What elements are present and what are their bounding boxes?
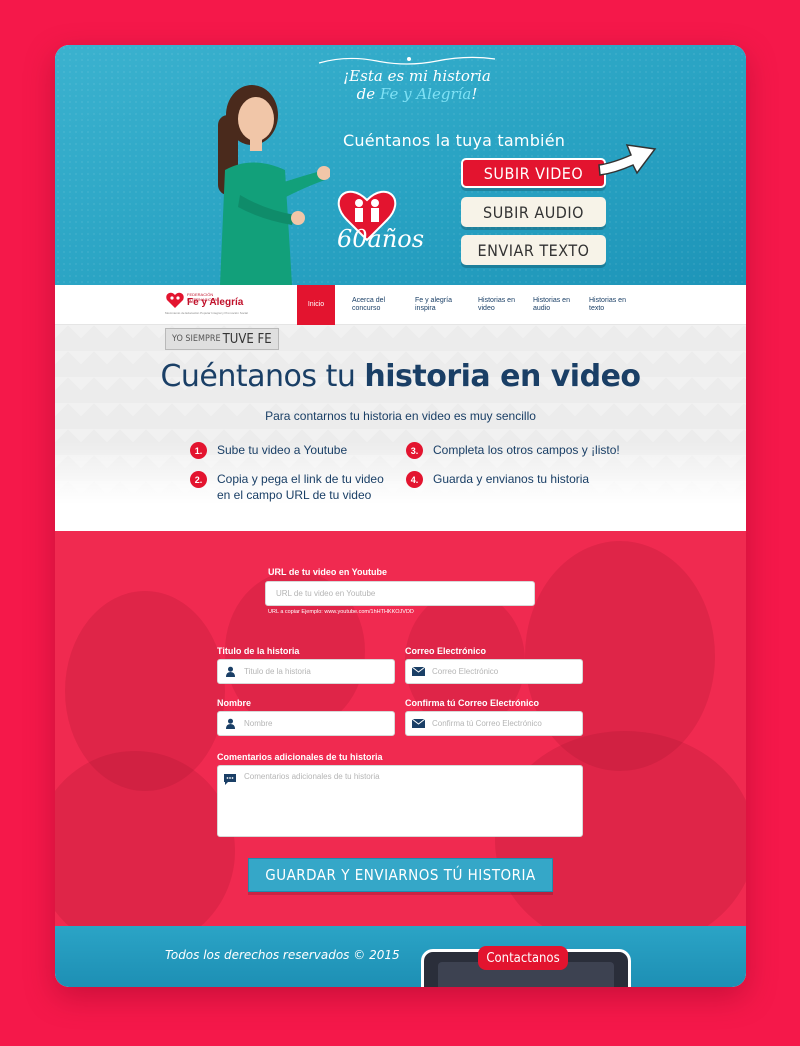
comments-textarea[interactable]: Comentarios adicionales de tu historia	[217, 765, 583, 837]
heart-children-logo	[337, 190, 397, 242]
step-number: 3.	[406, 442, 423, 459]
send-text-button[interactable]: ENVIAR TEXTO	[461, 235, 606, 265]
email-label: Correo Electrónico	[405, 646, 487, 656]
tagline-line-2: de Fe y Alegría!	[356, 85, 478, 103]
mail-icon	[406, 712, 430, 735]
instructions-section: YO SIEMPRE TUVE FE Cuéntanos tu historia …	[55, 325, 746, 531]
nav-item-inicio[interactable]: Inicio	[297, 285, 335, 325]
nav-item-acerca[interactable]: Acerca del concurso	[352, 285, 400, 325]
upload-audio-button[interactable]: SUBIR AUDIO	[461, 197, 606, 227]
heart-logo-icon	[166, 292, 184, 308]
anniversary-label: 60años	[337, 225, 425, 253]
name-input[interactable]: Nombre	[217, 711, 395, 736]
name-label: Nombre	[217, 698, 252, 708]
hero-banner: ¡Esta es mi historia de Fe y Alegría! Cu…	[55, 45, 746, 285]
tagline-decoration	[318, 56, 496, 65]
step-item: 4. Guarda y envianos tu historia	[406, 471, 646, 488]
comments-label: Comentarios adicionales de tu historia	[217, 752, 383, 762]
tagline-line-1: ¡Esta es mi historia	[343, 67, 491, 85]
hero-tagline: ¡Esta es mi historia de Fe y Alegría!	[337, 67, 497, 103]
mail-icon	[406, 660, 430, 683]
submit-story-button[interactable]: GUARDAR Y ENVIARNOS TÚ HISTORIA	[248, 858, 553, 892]
step-number: 1.	[190, 442, 207, 459]
confirm-email-label: Confirma tú Correo Electrónico	[405, 698, 540, 708]
section-title: Cuéntanos tu historia en video	[160, 359, 641, 394]
page-card: ¡Esta es mi historia de Fe y Alegría! Cu…	[55, 45, 746, 987]
step-text: Sube tu video a Youtube	[217, 443, 348, 457]
contact-button[interactable]: Contactanos	[478, 946, 568, 970]
main-navigation: FEDERACIÓN INTERNACIONAL Fe y Alegría Mo…	[55, 285, 746, 325]
step-text: Copia y pega el link de tu video en el c…	[217, 472, 384, 502]
upload-video-button[interactable]: SUBIR VIDEO	[461, 158, 606, 188]
url-input[interactable]: URL de tu video en Youtube	[265, 581, 535, 606]
hero-woman-illustration	[218, 85, 330, 285]
chat-bubble-icon	[218, 772, 242, 786]
email-input[interactable]: Correo Electrónico	[405, 659, 583, 684]
hero-subtagline: Cuéntanos la tuya también	[343, 131, 566, 150]
step-text: Guarda y envianos tu historia	[433, 472, 590, 486]
nav-item-video[interactable]: Historias en video	[478, 285, 518, 325]
step-text: Completa los otros campos y ¡listo!	[433, 443, 620, 457]
user-icon	[218, 712, 242, 735]
nav-item-inspira[interactable]: Fe y alegría inspira	[415, 285, 459, 325]
confirm-email-input[interactable]: Confirma tú Correo Electrónico	[405, 711, 583, 736]
nav-item-texto[interactable]: Historias en texto	[589, 285, 629, 325]
url-hint: URL a copiar Ejemplo: www.youtube.com/1h…	[268, 609, 414, 615]
step-item: 3. Completa los otros campos y ¡listo!	[406, 442, 646, 459]
page-footer: Todos los derechos reservados © 2015 Con…	[55, 926, 746, 987]
nav-item-audio[interactable]: Historias en audio	[533, 285, 573, 325]
url-label: URL de tu video en Youtube	[268, 567, 388, 577]
title-label: Titulo de la historia	[217, 646, 300, 656]
ribbon-badge: YO SIEMPRE TUVE FE	[165, 328, 279, 350]
copyright-text: Todos los derechos reservados © 2015	[165, 948, 400, 962]
arrow-pointer-icon	[598, 144, 657, 176]
step-item: 1. Sube tu video a Youtube	[190, 442, 380, 459]
step-number: 4.	[406, 471, 423, 488]
step-number: 2.	[190, 471, 207, 488]
user-icon	[218, 660, 242, 683]
story-form: URL de tu video en Youtube URL de tu vid…	[55, 531, 746, 926]
brand-logo[interactable]: FEDERACIÓN INTERNACIONAL Fe y Alegría Mo…	[165, 291, 248, 319]
section-subtitle: Para contarnos tu historia en video es m…	[265, 409, 536, 423]
step-item: 2. Copia y pega el link de tu video en e…	[190, 471, 390, 503]
title-input[interactable]: Titulo de la historia	[217, 659, 395, 684]
